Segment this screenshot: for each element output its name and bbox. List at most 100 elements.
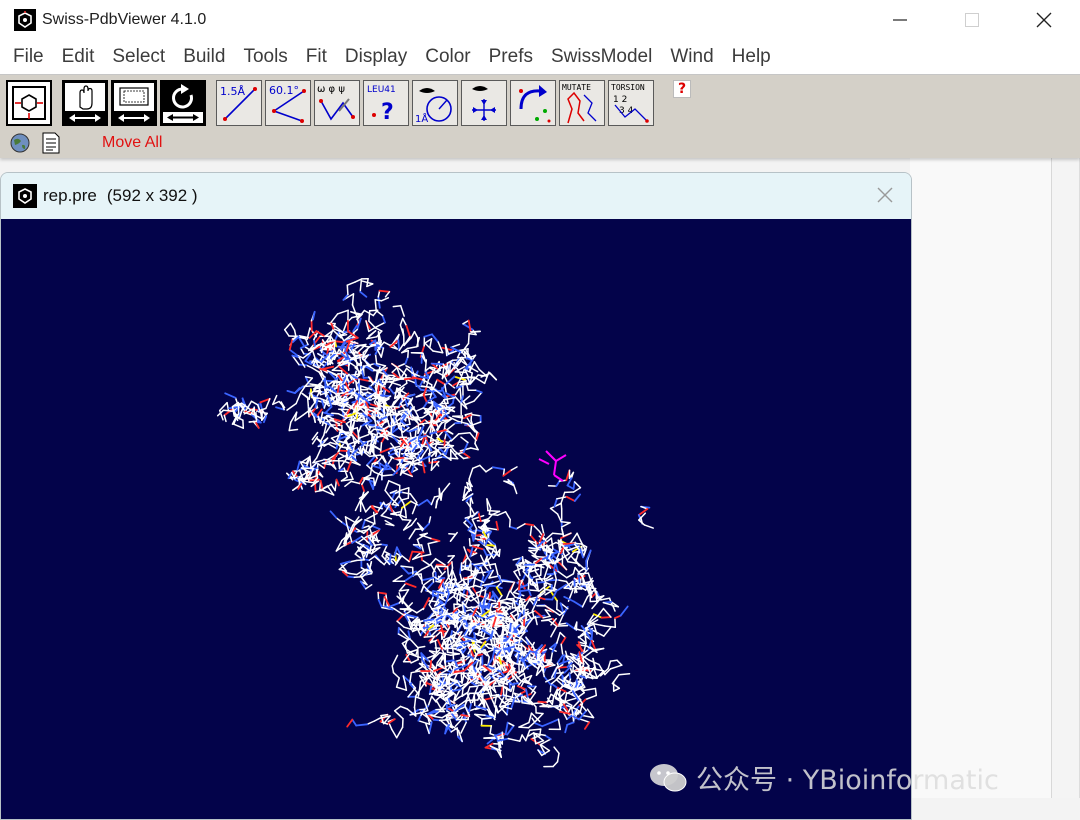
identify-residue-button[interactable]: LEU41 ? [363,80,409,126]
globe-icon[interactable] [8,132,32,154]
bond [374,327,383,332]
bond [448,533,457,536]
bond [467,703,473,714]
distance-label: 1.5Å [220,85,245,98]
fix-fragment-button[interactable] [510,80,556,126]
bond [556,513,562,523]
bond [491,466,506,471]
bond [444,383,448,394]
bond [312,390,324,393]
ligand-bond [555,454,567,462]
bond [379,442,383,454]
bond [528,712,533,724]
translate-button[interactable] [62,80,108,126]
bond-wireframe [216,277,654,768]
bond [518,721,530,728]
bond [484,746,493,750]
torsion-angle-button[interactable]: ω φ ψ [314,80,360,126]
menu-edit[interactable]: Edit [53,40,104,74]
menu-help[interactable]: Help [723,40,780,74]
menu-file[interactable]: File [4,40,53,74]
maximize-button[interactable] [936,0,1008,40]
minimize-button[interactable] [864,0,936,40]
bond [371,524,381,531]
bond [573,600,584,608]
molecule-window-titlebar[interactable]: rep.pre (592 x 392 ) [1,173,911,219]
bond [355,412,364,415]
bond [506,721,515,727]
bond [433,440,444,445]
bond [537,563,548,566]
bond [643,524,654,529]
bond [388,553,392,566]
bond [573,493,581,502]
close-button[interactable] [1008,0,1080,40]
bond [568,697,578,701]
bond [351,293,355,306]
distance-button[interactable]: 1.5Å [216,80,262,126]
angle-button[interactable]: 60.1° [265,80,311,126]
bond [308,383,320,387]
bond [301,392,310,400]
bond [568,672,572,681]
bond [357,425,362,435]
menu-prefs[interactable]: Prefs [480,40,542,74]
bond [420,544,425,554]
menu-color[interactable]: Color [416,40,479,74]
menu-wind[interactable]: Wind [661,40,722,74]
wechat-logo-icon [650,763,687,791]
menu-swissmodel[interactable]: SwissModel [542,40,661,74]
bond [434,640,438,653]
bond [529,525,533,536]
bond [388,452,397,457]
mutate-button[interactable]: MUTATE [559,80,605,126]
menu-fit[interactable]: Fit [297,40,336,74]
title-bar[interactable]: Swiss-PdbViewer 4.1.0 [0,0,1080,40]
bond [466,606,479,609]
molecule-canvas[interactable] [1,219,911,819]
bond [471,413,482,417]
bond [331,381,344,384]
bond [419,385,431,389]
bond [288,348,298,357]
bond [380,543,388,547]
bond [553,562,556,572]
bond [521,599,524,612]
close-icon[interactable] [875,185,895,205]
bond [312,338,317,349]
bond [302,385,314,388]
help-button[interactable]: ? [673,80,691,98]
bond [505,589,511,601]
center-molecule-button[interactable] [6,80,52,126]
bond [417,719,431,726]
bond [359,280,363,293]
bond [602,607,612,618]
rotate-button[interactable] [160,80,206,126]
menu-tools[interactable]: Tools [234,40,296,74]
app-title: Swiss-PdbViewer 4.1.0 [42,11,207,28]
bond [421,564,432,571]
molecule-window[interactable]: rep.pre (592 x 392 ) [0,172,912,820]
bond [424,342,434,352]
show-within-radius-button[interactable]: 1Å [412,80,458,126]
menu-select[interactable]: Select [103,40,174,74]
bond [380,347,385,358]
torsion-button[interactable]: TORSION 1 2 3 4 [608,80,654,126]
ligand-bond [553,474,564,482]
bond [460,436,469,444]
bond [574,542,583,545]
bond [619,605,629,617]
bond [561,654,566,666]
bond [551,695,555,706]
bond [557,718,562,731]
zoom-button[interactable] [111,80,157,126]
menu-build[interactable]: Build [174,40,234,74]
bond [556,752,560,763]
bond [339,560,351,565]
ligand [538,450,567,482]
document-icon[interactable] [42,132,60,154]
menu-display[interactable]: Display [336,40,416,74]
bond [480,718,483,727]
center-atom-button[interactable] [461,80,507,126]
bond [570,471,575,479]
